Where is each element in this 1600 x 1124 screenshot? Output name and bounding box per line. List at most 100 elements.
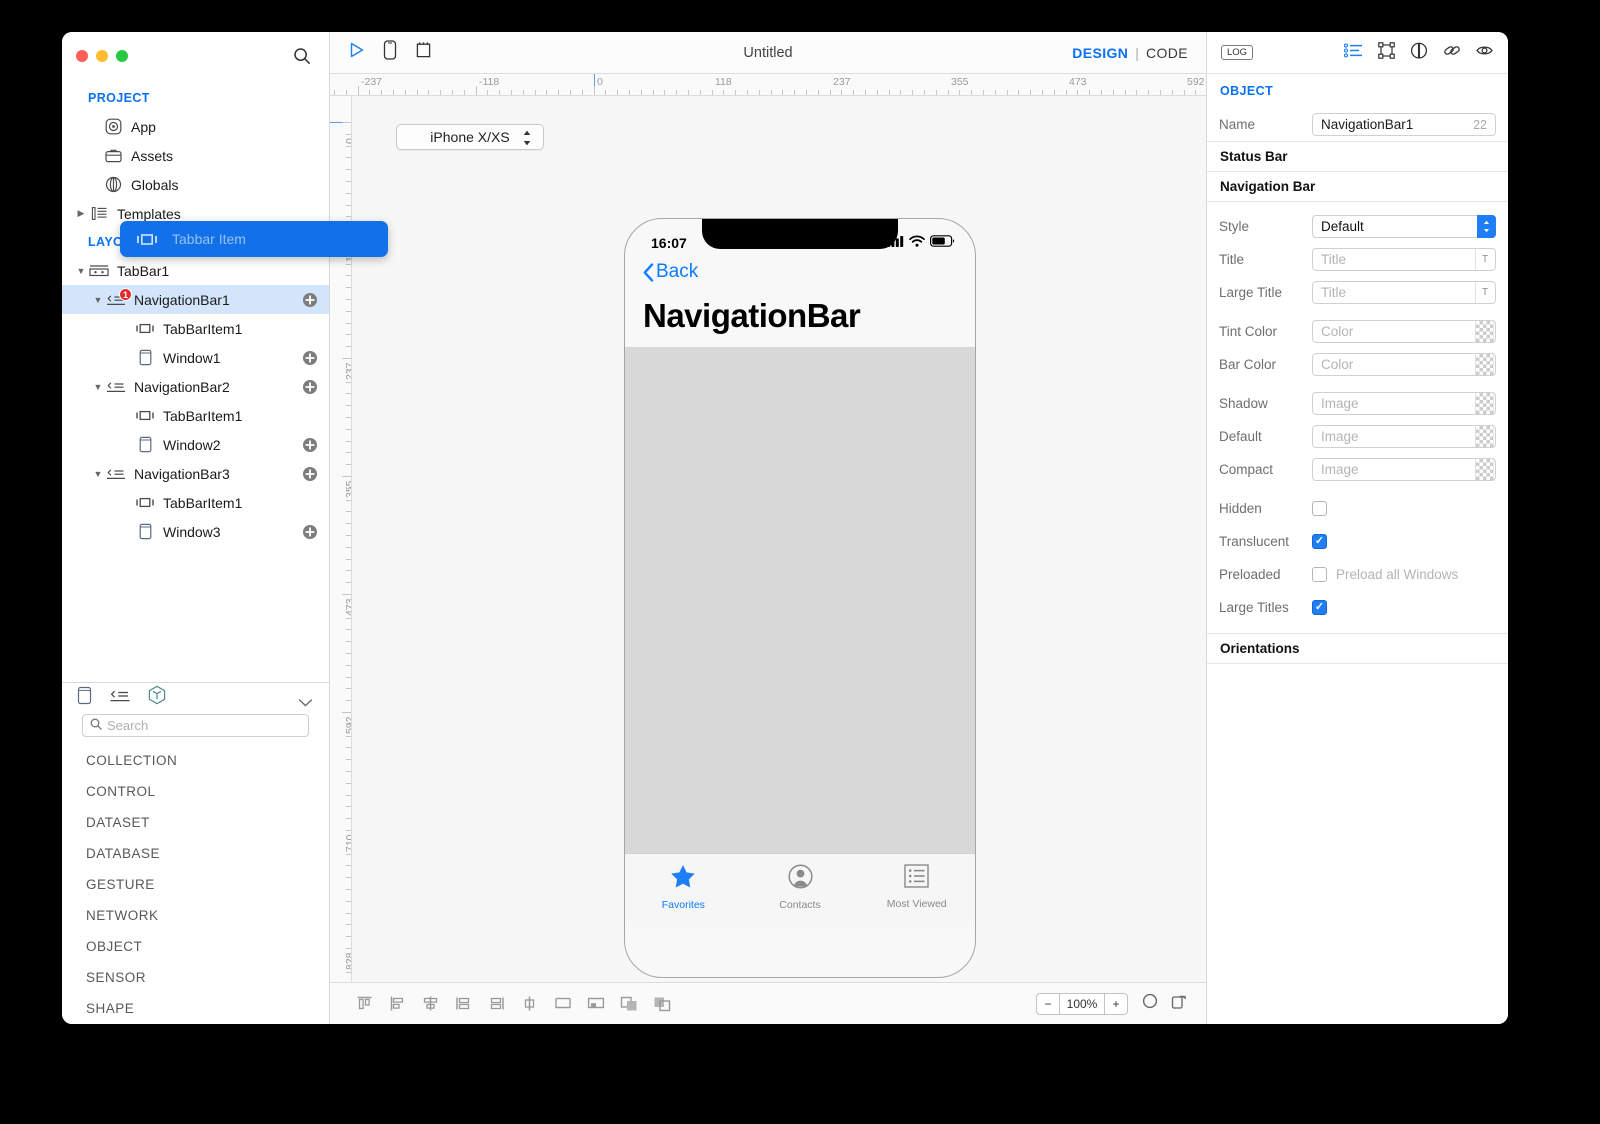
- rotate-icon[interactable]: [1170, 993, 1188, 1015]
- phone-preview[interactable]: 16:07 Back NavigationBar Favorites Conta…: [624, 218, 976, 978]
- tree-row-navigationbar3[interactable]: ▼ NavigationBar3: [62, 459, 329, 488]
- zoom-button[interactable]: [116, 50, 128, 62]
- drag-chip-tabbar-item[interactable]: Tabbar Item: [120, 221, 388, 257]
- zoom-level[interactable]: 100%: [1059, 993, 1105, 1014]
- section-orientations[interactable]: Orientations: [1207, 633, 1508, 664]
- appearance-icon[interactable]: [1410, 42, 1428, 64]
- chevron-down-icon[interactable]: ▼: [91, 469, 105, 479]
- align-top-icon[interactable]: [348, 995, 381, 1012]
- large-titles-checkbox[interactable]: [1312, 600, 1327, 615]
- tint-color-input[interactable]: Color: [1312, 320, 1496, 343]
- tree-row-tabbaritem1-b[interactable]: TabBarItem1: [62, 401, 329, 430]
- name-input[interactable]: NavigationBar1 22: [1312, 113, 1496, 136]
- add-child-button[interactable]: [302, 292, 318, 308]
- distribute-icon[interactable]: [579, 995, 612, 1012]
- fit-parent-icon[interactable]: [546, 995, 579, 1012]
- attributes-icon[interactable]: [1343, 43, 1363, 63]
- add-child-button[interactable]: [302, 437, 318, 453]
- tree-row-window3[interactable]: Window3: [62, 517, 329, 546]
- tree-row-window1[interactable]: Window1: [62, 343, 329, 372]
- add-child-button[interactable]: [302, 524, 318, 540]
- default-image-input[interactable]: Image: [1312, 425, 1496, 448]
- chevron-down-icon[interactable]: [298, 695, 313, 713]
- send-backward-icon[interactable]: [645, 995, 678, 1012]
- tree-row-navigationbar2[interactable]: ▼ NavigationBar2: [62, 372, 329, 401]
- design-canvas[interactable]: iPhone X/XS 16:07 Back NavigationBar Fav…: [352, 96, 1206, 982]
- widget-icon[interactable]: [414, 41, 433, 65]
- tree-row-tabbaritem1-a[interactable]: TabBarItem1: [62, 314, 329, 343]
- tree-row-window2[interactable]: Window2: [62, 430, 329, 459]
- bring-forward-icon[interactable]: [612, 995, 645, 1012]
- search-icon[interactable]: [293, 47, 311, 65]
- category-control[interactable]: CONTROL: [86, 776, 329, 807]
- tab-code[interactable]: CODE: [1146, 45, 1188, 61]
- object-cube-icon[interactable]: [147, 685, 167, 711]
- large-title-input[interactable]: Title T: [1312, 281, 1496, 304]
- text-format-icon[interactable]: T: [1475, 249, 1494, 270]
- layout-icon[interactable]: [1378, 41, 1395, 64]
- connections-icon[interactable]: [1443, 42, 1461, 64]
- align-left-icon[interactable]: [381, 995, 414, 1012]
- stepper-icon[interactable]: [1477, 215, 1496, 238]
- chevron-right-icon[interactable]: ▶: [74, 208, 88, 219]
- content-area[interactable]: [625, 347, 975, 853]
- align-text-left-icon[interactable]: [447, 995, 480, 1012]
- tree-row-tabbaritem1-c[interactable]: TabBarItem1: [62, 488, 329, 517]
- close-button[interactable]: [76, 50, 88, 62]
- chevron-down-icon[interactable]: ▼: [91, 295, 105, 305]
- preloaded-checkbox[interactable]: [1312, 567, 1327, 582]
- tab-favorites[interactable]: Favorites: [625, 864, 742, 911]
- section-navigation-bar[interactable]: Navigation Bar: [1207, 172, 1508, 202]
- category-network[interactable]: NETWORK: [86, 900, 329, 931]
- sidebar-item-globals[interactable]: Globals: [62, 170, 329, 199]
- color-swatch[interactable]: [1475, 321, 1494, 342]
- title-input[interactable]: Title T: [1312, 248, 1496, 271]
- category-shape[interactable]: SHAPE: [86, 993, 329, 1024]
- add-child-button[interactable]: [302, 379, 318, 395]
- image-swatch[interactable]: [1475, 459, 1494, 480]
- preview-icon[interactable]: [1476, 43, 1494, 63]
- play-icon[interactable]: [348, 41, 366, 64]
- bar-color-input[interactable]: Color: [1312, 353, 1496, 376]
- chevron-down-icon[interactable]: ▼: [74, 266, 88, 276]
- log-button[interactable]: LOG: [1221, 45, 1254, 60]
- stepper-icon[interactable]: [522, 129, 532, 150]
- sidebar-item-assets[interactable]: Assets: [62, 141, 329, 170]
- category-object[interactable]: OBJECT: [86, 931, 329, 962]
- category-database[interactable]: DATABASE: [86, 838, 329, 869]
- shadow-image-input[interactable]: Image: [1312, 392, 1496, 415]
- tab-design[interactable]: DESIGN: [1072, 45, 1128, 61]
- search-input[interactable]: [107, 718, 301, 733]
- navbar-tab-icon[interactable]: [109, 688, 131, 708]
- device-icon[interactable]: [383, 40, 397, 65]
- tab-contacts[interactable]: Contacts: [742, 864, 859, 911]
- text-format-icon[interactable]: T: [1475, 282, 1494, 303]
- tab-most-viewed[interactable]: Most Viewed: [858, 864, 975, 910]
- category-gesture[interactable]: GESTURE: [86, 869, 329, 900]
- translucent-checkbox[interactable]: [1312, 534, 1327, 549]
- align-middle-icon[interactable]: [513, 995, 546, 1012]
- add-child-button[interactable]: [302, 466, 318, 482]
- minimize-button[interactable]: [96, 50, 108, 62]
- device-selector[interactable]: iPhone X/XS: [396, 124, 544, 150]
- chevron-down-icon[interactable]: ▼: [91, 382, 105, 392]
- category-dataset[interactable]: DATASET: [86, 807, 329, 838]
- back-button[interactable]: Back: [643, 261, 957, 283]
- align-text-right-icon[interactable]: [480, 995, 513, 1012]
- zoom-in-button[interactable]: +: [1105, 994, 1127, 1014]
- color-swatch[interactable]: [1475, 354, 1494, 375]
- tree-row-tabbar1[interactable]: ▼ TabBar1: [62, 256, 329, 285]
- sidebar-item-app[interactable]: App: [62, 112, 329, 141]
- tree-row-navigationbar1[interactable]: ▼ 1 NavigationBar1: [62, 285, 329, 314]
- horizontal-ruler[interactable]: -237 -118 0 118 237 355 473 592: [330, 74, 1206, 96]
- section-status-bar[interactable]: Status Bar: [1207, 141, 1508, 172]
- add-child-button[interactable]: [302, 350, 318, 366]
- category-collection[interactable]: COLLECTION: [86, 745, 329, 776]
- window-tab-icon[interactable]: [76, 686, 93, 710]
- category-sensor[interactable]: SENSOR: [86, 962, 329, 993]
- zoom-fit-icon[interactable]: [1142, 993, 1158, 1014]
- align-center-horizontal-icon[interactable]: [414, 995, 447, 1012]
- zoom-out-button[interactable]: −: [1037, 994, 1059, 1014]
- image-swatch[interactable]: [1475, 393, 1494, 414]
- style-select[interactable]: Default: [1312, 215, 1496, 238]
